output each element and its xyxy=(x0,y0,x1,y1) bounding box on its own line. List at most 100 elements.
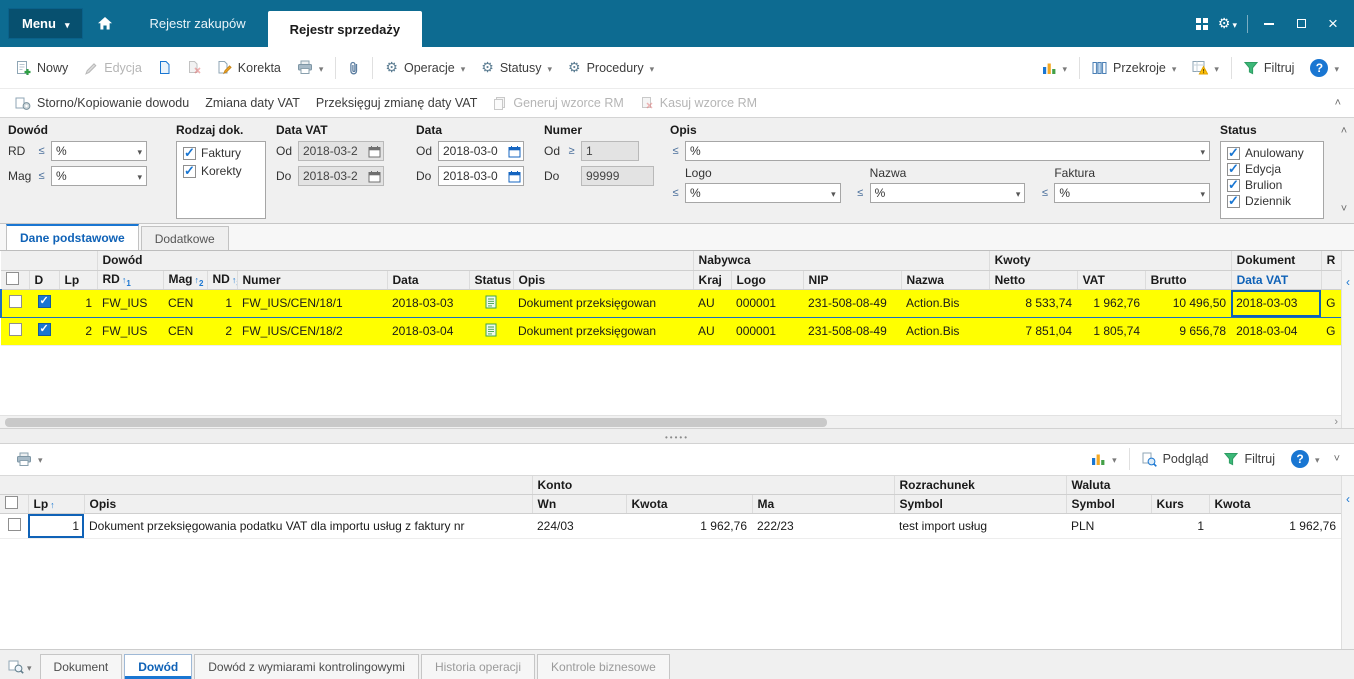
select-all-header[interactable] xyxy=(0,494,29,515)
opis-filter-select[interactable]: % xyxy=(685,141,1210,161)
checkbox-checked-icon[interactable] xyxy=(1227,161,1240,177)
kraj-cell[interactable]: AU xyxy=(693,288,732,318)
lp-cell-active[interactable]: 1 xyxy=(28,513,84,540)
detail-chart-button[interactable] xyxy=(1083,448,1125,470)
row-select-cell[interactable] xyxy=(0,513,28,540)
opis-cell[interactable]: Dokument przeksięgowan xyxy=(513,317,694,346)
mag-cell[interactable]: CEN xyxy=(163,317,207,346)
statusy-menu-button[interactable]: ⚙ Statusy xyxy=(473,55,560,80)
tab-rejestr-sprzedazy[interactable]: Rejestr sprzedaży xyxy=(267,11,423,47)
przeksieguj-button[interactable]: Przeksięguj zmianę daty VAT xyxy=(308,92,485,114)
tab-dodatkowe[interactable]: Dodatkowe xyxy=(140,226,229,250)
lp-cell[interactable]: 2 xyxy=(59,317,97,346)
print-preview-button[interactable] xyxy=(6,659,38,679)
checkbox-icon[interactable] xyxy=(6,271,19,285)
checkbox-checked-icon[interactable] xyxy=(183,145,196,161)
brutto-cell[interactable]: 9 656,78 xyxy=(1145,317,1232,346)
checkbox-icon[interactable] xyxy=(7,518,21,532)
faktura-filter-select[interactable]: % xyxy=(1054,183,1211,203)
tab-dokument[interactable]: Dokument xyxy=(39,654,123,679)
maximize-button[interactable] xyxy=(1290,14,1312,34)
kraj-cell[interactable]: AU xyxy=(693,317,732,346)
col-nip[interactable]: NIP xyxy=(803,270,902,290)
d-cell[interactable] xyxy=(29,288,59,318)
apps-grid-icon[interactable] xyxy=(1195,17,1208,30)
operator-icon[interactable]: ≤ xyxy=(855,187,866,199)
new-button[interactable]: Nowy xyxy=(7,56,76,80)
col-opis[interactable]: Opis xyxy=(513,270,694,290)
edit-button[interactable]: Edycja xyxy=(76,57,150,79)
opis-cell[interactable]: Dokument przeksięgowan xyxy=(513,288,694,318)
col-numer[interactable]: Numer xyxy=(237,270,388,290)
col-wn[interactable]: Wn xyxy=(532,494,627,515)
podglad-button[interactable]: Podgląd xyxy=(1134,448,1217,471)
tab-rejestr-zakupow[interactable]: Rejestr zakupów xyxy=(127,0,267,47)
tab-historia-operacji[interactable]: Historia operacji xyxy=(420,654,536,679)
operator-icon[interactable]: ≤ xyxy=(670,187,681,199)
col-brutto[interactable]: Brutto xyxy=(1145,270,1232,290)
ma-cell[interactable]: 222/23 xyxy=(752,513,894,540)
checkbox-checked-icon[interactable] xyxy=(183,163,196,179)
checkbox-icon[interactable] xyxy=(8,323,22,336)
generuj-wzorce-button[interactable]: Generuj wzorce RM xyxy=(485,92,631,115)
checkbox-checked-icon[interactable] xyxy=(1227,145,1240,161)
faktury-option[interactable]: Faktury xyxy=(183,145,259,161)
przekroje-button[interactable]: Przekroje xyxy=(1084,57,1184,79)
operator-icon[interactable]: ≥ xyxy=(566,145,577,157)
data-vat-cell-active[interactable]: 2018-03-03 xyxy=(1231,288,1322,318)
mag-filter-select[interactable]: % xyxy=(51,166,147,186)
select-all-header[interactable] xyxy=(1,270,30,290)
collapse-ribbon-button[interactable] xyxy=(1329,95,1347,111)
col-d[interactable]: D xyxy=(29,270,60,290)
d-cell[interactable] xyxy=(29,317,59,346)
tab-kontrole-biznesowe[interactable]: Kontrole biznesowe xyxy=(537,654,670,679)
operacje-menu-button[interactable]: ⚙ Operacje xyxy=(377,55,473,80)
col-waluta-symbol[interactable]: Symbol xyxy=(1066,494,1152,515)
nip-cell[interactable]: 231-508-08-49 xyxy=(803,288,902,318)
checkbox-checked-icon[interactable] xyxy=(1227,193,1240,209)
expand-filter-button[interactable] xyxy=(1335,201,1353,217)
col-rd[interactable]: RD1 xyxy=(97,270,164,290)
nd-cell[interactable]: 2 xyxy=(207,317,237,346)
brutto-cell[interactable]: 10 496,50 xyxy=(1145,288,1232,318)
data-do-input[interactable] xyxy=(438,166,524,186)
r-cell[interactable]: G xyxy=(1321,288,1344,318)
scroll-left-icon[interactable] xyxy=(1346,275,1350,428)
col-nd[interactable]: ND3 xyxy=(207,270,238,290)
col-waluta-kwota[interactable]: Kwota xyxy=(1209,494,1342,515)
logo-filter-select[interactable]: % xyxy=(685,183,841,203)
col-opis[interactable]: Opis xyxy=(84,494,533,515)
collapse-detail-toolbar-button[interactable] xyxy=(1328,451,1346,467)
operator-icon[interactable]: ≤ xyxy=(36,145,47,157)
help-button[interactable]: ? xyxy=(1302,55,1347,81)
col-lp[interactable]: Lp xyxy=(28,494,85,515)
numer-cell[interactable]: FW_IUS/CEN/18/1 xyxy=(237,288,387,318)
numer-od-input[interactable] xyxy=(581,141,639,161)
rd-cell[interactable]: FW_IUS xyxy=(97,317,163,346)
logo-cell[interactable]: 000001 xyxy=(731,317,804,346)
delete-document-button[interactable] xyxy=(179,56,209,79)
panel-splitter[interactable] xyxy=(0,427,1354,444)
data-od-input[interactable] xyxy=(438,141,524,161)
zmiana-daty-vat-button[interactable]: Zmiana daty VAT xyxy=(197,92,308,114)
scroll-right-arrow[interactable] xyxy=(1334,416,1338,428)
nd-cell[interactable]: 1 xyxy=(207,288,237,318)
anulowany-option[interactable]: Anulowany xyxy=(1227,145,1317,161)
col-data-vat[interactable]: Data VAT xyxy=(1231,270,1322,290)
tab-dowod-z-wymiarami[interactable]: Dowód z wymiarami kontrolingowymi xyxy=(194,654,419,679)
data-vat-do-input[interactable] xyxy=(298,166,384,186)
col-status[interactable]: Status xyxy=(469,270,514,290)
col-mag[interactable]: Mag2 xyxy=(163,270,208,290)
lp-cell[interactable]: 1 xyxy=(59,288,97,318)
waluta-kwota-cell[interactable]: 1 962,76 xyxy=(1209,513,1342,540)
symbol-cell[interactable]: test import usług xyxy=(894,513,1066,540)
col-kraj[interactable]: Kraj xyxy=(693,270,732,290)
nip-cell[interactable]: 231-508-08-49 xyxy=(803,317,902,346)
korekty-option[interactable]: Korekty xyxy=(183,163,259,179)
data-vat-od-input[interactable] xyxy=(298,141,384,161)
table-row[interactable]: 2 FW_IUS CEN 2 FW_IUS/CEN/18/2 2018-03-0… xyxy=(1,317,1343,346)
rd-cell[interactable]: FW_IUS xyxy=(97,288,163,318)
collapse-filter-button[interactable] xyxy=(1335,123,1353,139)
procedury-menu-button[interactable]: ⚙ Procedury xyxy=(560,55,662,80)
close-button[interactable] xyxy=(1322,14,1344,34)
